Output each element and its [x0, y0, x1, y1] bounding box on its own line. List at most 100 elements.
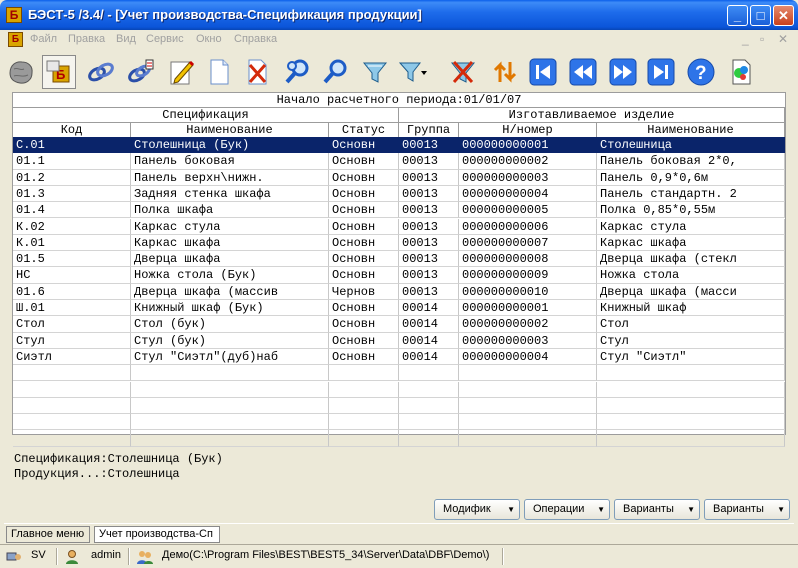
cell-status[interactable]: Основн	[329, 332, 399, 349]
cell-name[interactable]: Полка шкафа	[131, 202, 329, 219]
cell-code[interactable]	[13, 397, 131, 415]
cell-group[interactable]: 00013	[399, 267, 459, 284]
table-row[interactable]: Ш.01 Книжный шкаф (Бук) Основн 00014 0000000…	[13, 300, 785, 317]
specification-grid[interactable]: Начало расчетного периода:01/01/07 Специ…	[12, 92, 786, 447]
cell-product-name[interactable]	[597, 397, 785, 415]
cell-product-name[interactable]	[597, 365, 785, 382]
cell-status[interactable]: Основн	[329, 137, 399, 154]
cell-code[interactable]	[13, 414, 131, 431]
filter-menu-button[interactable]	[396, 55, 430, 89]
table-row[interactable]: К.01 Каркас шкафа Основн 00013 000000000007 К…	[13, 234, 785, 252]
cell-name[interactable]: Каркас стула	[131, 218, 329, 235]
cell-name[interactable]: Книжный шкаф (Бук)	[131, 300, 329, 317]
cell-code[interactable]: 01.4	[13, 202, 131, 219]
cell-status[interactable]: Основн	[329, 316, 399, 333]
cell-name[interactable]: Панель верхн\нижн.	[131, 169, 329, 186]
col-header-name[interactable]: Наименование	[131, 122, 329, 137]
cell-item-number[interactable]: 000000000003	[459, 169, 597, 186]
sort-button[interactable]	[488, 55, 522, 89]
menu-view[interactable]: Вид	[116, 33, 136, 45]
cell-item-number[interactable]: 000000000003	[459, 332, 597, 349]
cell-item-number[interactable]: 000000000002	[459, 153, 597, 170]
empty-table-row[interactable]	[13, 397, 785, 415]
cell-status[interactable]	[329, 397, 399, 415]
cell-status[interactable]	[329, 365, 399, 382]
cell-product-name[interactable]	[597, 430, 785, 447]
help-button[interactable]: ?	[684, 55, 718, 89]
last-record-button[interactable]	[644, 55, 678, 89]
link-edit-button[interactable]	[124, 55, 158, 89]
cell-code[interactable]: Стол	[13, 316, 131, 333]
document-icon[interactable]: Б	[8, 32, 23, 47]
cell-code[interactable]: Сиэтл	[13, 348, 131, 366]
menu-file[interactable]: Файл	[30, 33, 57, 45]
cell-item-number[interactable]: 000000000002	[459, 316, 597, 333]
cell-code[interactable]: 01.3	[13, 185, 131, 203]
cell-name[interactable]: Стол (бук)	[131, 316, 329, 333]
cell-item-number[interactable]: 000000000010	[459, 283, 597, 300]
table-row[interactable]: К.02 Каркас стула Основн 00013 000000000006 К…	[13, 218, 785, 235]
cell-item-number[interactable]: 000000000001	[459, 137, 597, 154]
cell-name[interactable]: Панель боковая	[131, 153, 329, 170]
clear-filter-button[interactable]	[446, 55, 480, 89]
variants-dropdown-button-2[interactable]: Варианты ▼	[704, 499, 790, 520]
cell-code[interactable]: 01.2	[13, 169, 131, 186]
cell-item-number[interactable]	[459, 430, 597, 447]
cell-name[interactable]: Каркас шкафа	[131, 234, 329, 252]
cell-group[interactable]: 00013	[399, 218, 459, 235]
cell-product-name[interactable]: Стул	[597, 332, 785, 349]
cell-item-number[interactable]: 000000000001	[459, 300, 597, 317]
cell-name[interactable]	[131, 430, 329, 447]
cell-group[interactable]: 00013	[399, 251, 459, 268]
menu-window[interactable]: Окно	[196, 33, 222, 45]
cell-item-number[interactable]: 000000000004	[459, 185, 597, 203]
table-row[interactable]: С.01 Столешница (Бук) Основн 00013 000000000…	[13, 137, 785, 154]
variants-dropdown-button[interactable]: Варианты ▼	[614, 499, 700, 520]
menu-service[interactable]: Сервис	[146, 33, 184, 45]
edit-button[interactable]	[164, 55, 198, 89]
table-row[interactable]: 01.2 Панель верхн\нижн. Основн 00013 0000000…	[13, 169, 785, 186]
cell-status[interactable]: Чернов	[329, 283, 399, 300]
cell-product-name[interactable]: Каркас стула	[597, 218, 785, 235]
cell-name[interactable]: Дверца шкафа	[131, 251, 329, 268]
cell-product-name[interactable]: Панель боковая 2*0,	[597, 153, 785, 170]
cell-status[interactable]: Основн	[329, 251, 399, 268]
cell-code[interactable]: С.01	[13, 137, 131, 154]
menu-help[interactable]: Справка	[234, 33, 277, 45]
cell-item-number[interactable]	[459, 381, 597, 398]
cell-group[interactable]	[399, 430, 459, 447]
cell-name[interactable]: Ножка стола (Бук)	[131, 267, 329, 284]
cell-name[interactable]: Столешница (Бук)	[131, 137, 329, 154]
tab-main-menu[interactable]: Главное меню	[6, 526, 90, 543]
cell-group[interactable]: 00013	[399, 169, 459, 186]
cell-code[interactable]: Ш.01	[13, 300, 131, 317]
cell-product-name[interactable]: Каркас шкафа	[597, 234, 785, 252]
cell-name[interactable]	[131, 381, 329, 398]
empty-table-row[interactable]	[13, 381, 785, 398]
cell-status[interactable]: Основн	[329, 202, 399, 219]
cell-name[interactable]: Стул "Сиэтл"(дуб)наб	[131, 348, 329, 366]
cell-code[interactable]: 01.5	[13, 251, 131, 268]
minimize-button[interactable]: _	[727, 5, 748, 26]
cell-name[interactable]	[131, 365, 329, 382]
table-row[interactable]: 01.1 Панель боковая Основн 00013 00000000000…	[13, 153, 785, 170]
cell-item-number[interactable]: 000000000008	[459, 251, 597, 268]
cell-item-number[interactable]: 000000000005	[459, 202, 597, 219]
tab-production-spec[interactable]: Учет производства-Сп	[94, 526, 220, 543]
cell-status[interactable]	[329, 414, 399, 431]
cell-name[interactable]: Стул (бук)	[131, 332, 329, 349]
cell-item-number[interactable]	[459, 414, 597, 431]
cell-product-name[interactable]: Книжный шкаф	[597, 300, 785, 317]
cell-status[interactable]: Основн	[329, 234, 399, 252]
table-row[interactable]: 01.5 Дверца шкафа Основн 00013 000000000008 Д…	[13, 251, 785, 268]
cell-status[interactable]: Основн	[329, 300, 399, 317]
find-next-button[interactable]	[318, 55, 352, 89]
find-button[interactable]	[280, 55, 314, 89]
delete-button[interactable]	[240, 55, 274, 89]
cell-product-name[interactable]: Столешница	[597, 137, 785, 154]
mdi-minimize-button[interactable]: _	[742, 32, 749, 46]
operations-dropdown-button[interactable]: Операции ▼	[524, 499, 610, 520]
cell-status[interactable]: Основн	[329, 153, 399, 170]
cell-group[interactable]: 00013	[399, 283, 459, 300]
cell-code[interactable]	[13, 430, 131, 447]
